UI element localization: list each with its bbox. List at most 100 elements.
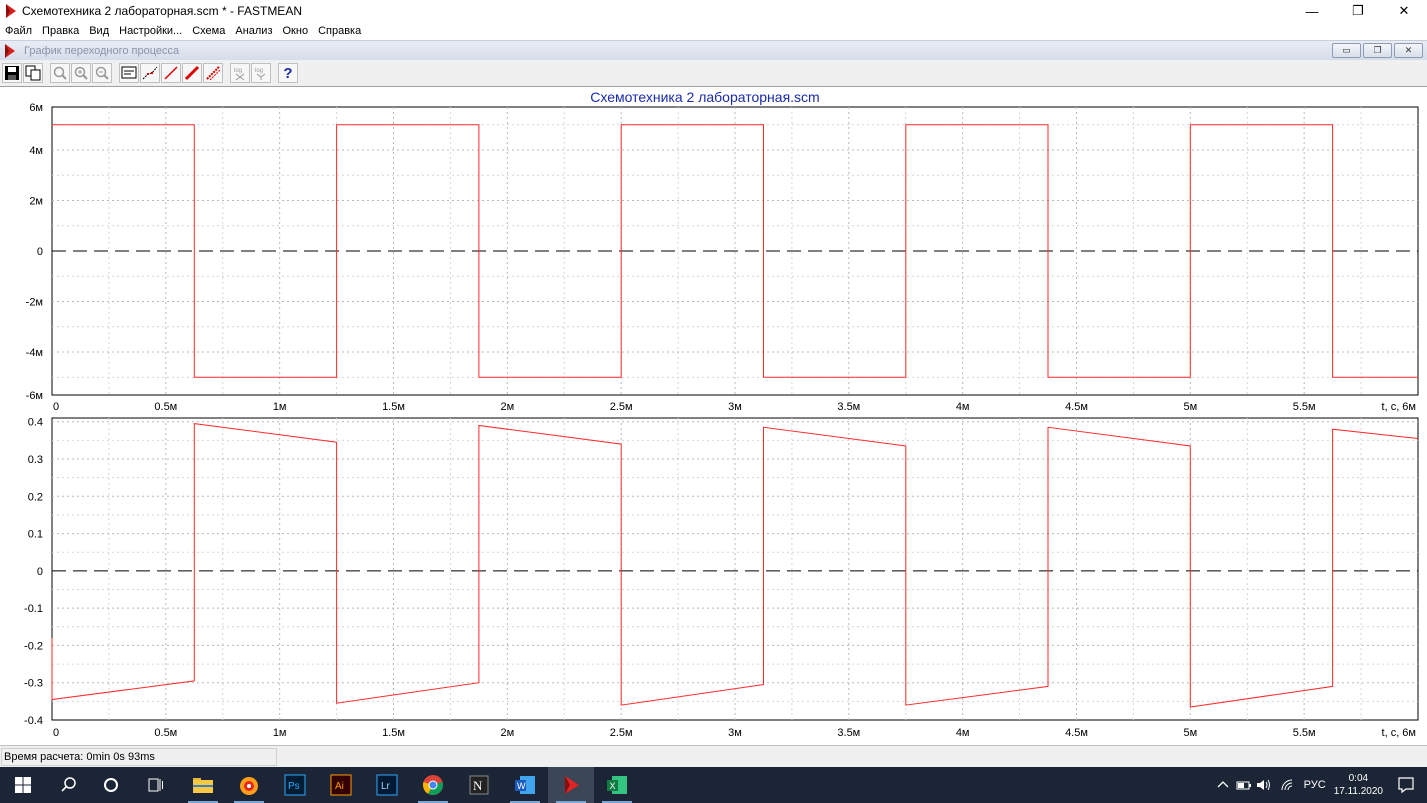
mdi-restore-button[interactable]: ❐ <box>1363 43 1392 58</box>
input-language[interactable]: РУС <box>1304 779 1326 791</box>
y-tick-label: -0.3 <box>24 678 43 690</box>
legend-button[interactable] <box>119 63 139 83</box>
illustrator-icon: Ai <box>330 774 352 796</box>
y-tick-label: 0.2 <box>28 491 43 503</box>
start-button[interactable] <box>0 767 46 803</box>
zoom-in-icon <box>74 66 88 80</box>
svg-text:N: N <box>473 778 483 793</box>
illustrator-taskbar-button[interactable]: Ai <box>318 767 364 803</box>
fastmean-taskbar-icon <box>565 776 579 794</box>
wifi-icon[interactable] <box>1280 778 1296 792</box>
red-line-icon <box>164 66 178 80</box>
lightroom-taskbar-button[interactable]: Lr <box>364 767 410 803</box>
clock-date: 17.11.2020 <box>1333 786 1383 797</box>
x-tick-label: 3м <box>728 401 742 413</box>
x-tick-label: 5м <box>1183 727 1197 739</box>
y-tick-label: 0 <box>37 246 43 258</box>
fastmean-taskbar-button[interactable] <box>548 767 594 803</box>
notion-taskbar-button[interactable]: N <box>456 767 502 803</box>
minimize-button[interactable]: — <box>1289 0 1335 22</box>
task-view-icon <box>148 778 163 792</box>
save-button[interactable] <box>2 63 22 83</box>
menu-settings[interactable]: Настройки... <box>114 25 187 37</box>
chrome-taskbar-button[interactable] <box>410 767 456 803</box>
zoom-button[interactable] <box>50 63 70 83</box>
markers-button[interactable] <box>140 63 160 83</box>
y-tick-label: 0.4 <box>28 417 43 429</box>
menu-file[interactable]: Файл <box>0 25 37 37</box>
notifications-icon[interactable] <box>1397 776 1415 794</box>
x-tick-label: 3.5м <box>837 401 860 413</box>
photoshop-taskbar-button[interactable]: Ps <box>272 767 318 803</box>
menu-edit[interactable]: Правка <box>37 25 84 37</box>
mdi-close-button[interactable]: ✕ <box>1394 43 1423 58</box>
system-tray: РУС 0:04 17.11.2020 <box>1216 767 1427 803</box>
excel-taskbar-button[interactable]: X <box>594 767 640 803</box>
svg-text:log: log <box>234 68 242 74</box>
thick-line-icon <box>184 65 200 81</box>
battery-icon[interactable] <box>1236 778 1252 792</box>
line-button[interactable] <box>161 63 181 83</box>
plot-area: 0 0.5м 1м 1.5м 2м 2.5м 3м 3.5м 4м 4.5м 5м 5.5м t, с,… <box>0 88 1427 745</box>
y-tick-label: 6м <box>29 102 43 114</box>
log-y-button[interactable]: log <box>251 63 271 83</box>
x-tick-label: 1м <box>273 401 287 413</box>
cortana-button[interactable] <box>88 767 134 803</box>
yandex-browser-icon <box>240 777 258 795</box>
mdi-caption-text: График переходного процесса <box>24 44 180 57</box>
chevron-up-icon[interactable] <box>1216 778 1230 792</box>
x-tick-label: 0 <box>53 727 59 739</box>
y-tick-label: 0.3 <box>28 454 43 466</box>
fastmean-app-icon <box>6 4 16 18</box>
task-view-button[interactable] <box>133 767 179 803</box>
svg-text:Lr: Lr <box>381 781 391 792</box>
menu-help[interactable]: Справка <box>313 25 366 37</box>
svg-text:Ai: Ai <box>335 781 344 792</box>
log-x-button[interactable]: log <box>230 63 250 83</box>
calc-time-status: Время расчета: 0min 0s 93ms <box>1 748 277 766</box>
log-x-icon: log <box>234 68 245 81</box>
x-tick-label: 2м <box>500 727 514 739</box>
speaker-icon[interactable] <box>1256 778 1272 792</box>
legend-icon <box>121 66 137 79</box>
folder-icon <box>193 778 213 793</box>
yandex-browser-taskbar-button[interactable] <box>226 767 272 803</box>
y-tick-label: 2м <box>29 195 43 207</box>
explorer-taskbar-button[interactable] <box>180 767 226 803</box>
svg-text:Ps: Ps <box>288 781 300 792</box>
x-tick-label: 0 <box>53 401 59 413</box>
thick-line-button[interactable] <box>182 63 202 83</box>
zoom-in-button[interactable] <box>71 63 91 83</box>
mdi-minimize-button[interactable]: ▭ <box>1332 43 1361 58</box>
upper-chart: 0 0.5м 1м 1.5м 2м 2.5м 3м 3.5м 4м 4.5м 5м 5.5м t, с,… <box>26 89 1419 413</box>
window-title: Схемотехника 2 лабораторная.scm * - FAST… <box>22 4 302 18</box>
chrome-icon <box>423 775 443 796</box>
word-taskbar-button[interactable]: W <box>502 767 548 803</box>
x-tick-label: 4м <box>956 401 970 413</box>
x-tick-label: 5.5м <box>1293 401 1316 413</box>
lightroom-icon: Lr <box>376 774 398 796</box>
log-y-icon: log <box>255 68 266 80</box>
copy-button[interactable] <box>23 63 43 83</box>
close-button[interactable]: ✕ <box>1381 0 1427 22</box>
restore-button[interactable]: ❐ <box>1335 0 1381 22</box>
search-button[interactable] <box>46 767 92 803</box>
y-tick-label: 0.1 <box>28 529 43 541</box>
svg-text:W: W <box>517 781 526 791</box>
zoom-out-button[interactable] <box>92 63 112 83</box>
x-tick-label: 1.5м <box>382 727 405 739</box>
menu-schema[interactable]: Схема <box>187 25 230 37</box>
help-button[interactable]: ? <box>278 63 298 83</box>
floppy-icon <box>5 66 19 80</box>
menu-window[interactable]: Окно <box>278 25 314 37</box>
svg-text:log: log <box>255 68 263 74</box>
x-tick-label: 3.5м <box>837 727 860 739</box>
hatch-button[interactable] <box>203 63 223 83</box>
svg-text:X: X <box>610 781 616 791</box>
menu-analysis[interactable]: Анализ <box>230 25 277 37</box>
x-tick-label: 0.5м <box>154 401 177 413</box>
mdi-window-caption: График переходного процесса ▭ ❐ ✕ <box>0 40 1427 60</box>
menu-view[interactable]: Вид <box>84 25 114 37</box>
x-tick-label: 2.5м <box>610 401 633 413</box>
clock[interactable]: 0:04 17.11.2020 <box>1334 772 1383 798</box>
